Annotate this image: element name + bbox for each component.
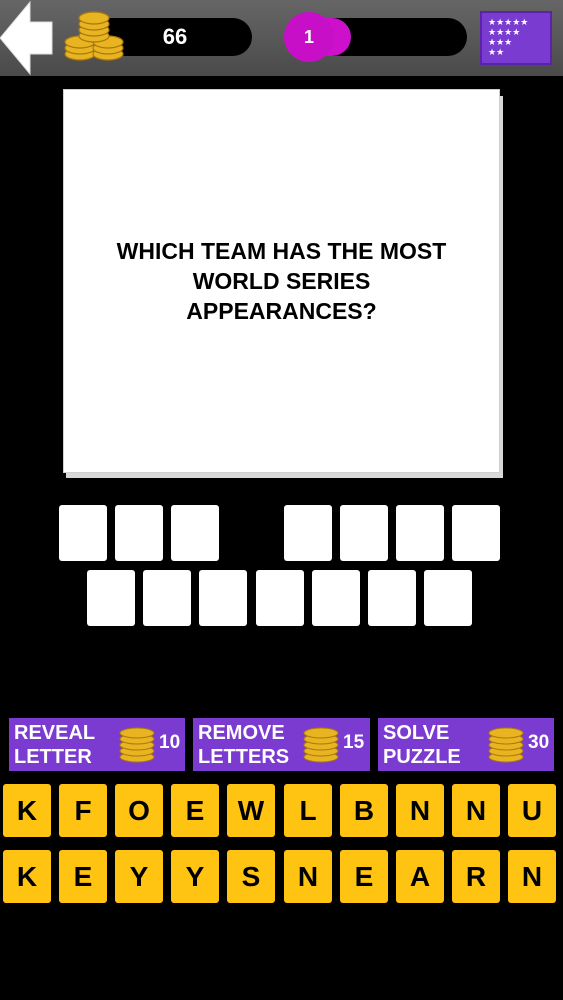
coin-stack-icon	[488, 727, 524, 763]
answer-slot[interactable]	[452, 505, 500, 561]
letter-tile[interactable]: N	[452, 784, 500, 837]
remove-letters-button[interactable]: REMOVE LETTERS 15	[193, 718, 370, 771]
solve-puzzle-button[interactable]: SOLVE PUZZLE 30	[378, 718, 554, 771]
question-card: WHICH TEAM HAS THE MOST WORLD SERIES APP…	[63, 89, 500, 473]
letter-tile[interactable]: R	[452, 850, 500, 903]
letter-tile[interactable]: N	[396, 784, 444, 837]
answer-slot[interactable]	[115, 505, 163, 561]
letter-tile[interactable]: Y	[171, 850, 219, 903]
svg-text:★★★: ★★★	[488, 38, 512, 48]
letter-tile[interactable]: L	[284, 784, 332, 837]
reveal-letter-button[interactable]: REVEAL LETTER 10	[9, 718, 185, 771]
answer-slot[interactable]	[256, 570, 304, 626]
top-bar: 66 1 ★★★★★ ★★★★ ★★★ ★★	[0, 0, 563, 76]
letter-tile[interactable]: F	[59, 784, 107, 837]
answer-slot[interactable]	[171, 505, 219, 561]
letter-tile[interactable]: N	[508, 850, 556, 903]
reveal-letter-cost: 10	[159, 732, 181, 753]
letter-tile[interactable]: K	[3, 784, 51, 837]
answer-slot[interactable]	[368, 570, 416, 626]
question-text: WHICH TEAM HAS THE MOST WORLD SERIES APP…	[116, 238, 447, 324]
answer-slot[interactable]	[87, 570, 135, 626]
letter-tile[interactable]: W	[227, 784, 275, 837]
letter-tile[interactable]: U	[508, 784, 556, 837]
coin-stack-icon	[119, 727, 155, 763]
answer-slot[interactable]	[199, 570, 247, 626]
answer-slot[interactable]	[284, 505, 332, 561]
solve-puzzle-label: SOLVE PUZZLE	[383, 722, 461, 768]
letter-tile[interactable]: N	[284, 850, 332, 903]
star-grid-icon: ★★★★★ ★★★★ ★★★ ★★	[488, 18, 528, 58]
letter-tile[interactable]: E	[59, 850, 107, 903]
svg-text:★★★★★: ★★★★★	[488, 18, 528, 28]
coin-stack-icon	[64, 11, 124, 61]
level-badge: 1	[284, 12, 334, 62]
letter-tile[interactable]: E	[340, 850, 388, 903]
solve-puzzle-cost: 30	[528, 732, 550, 753]
back-arrow-icon	[0, 0, 53, 76]
letter-tile[interactable]: A	[396, 850, 444, 903]
letter-tile[interactable]: K	[3, 850, 51, 903]
answer-slot[interactable]	[396, 505, 444, 561]
back-button[interactable]	[0, 0, 56, 76]
answer-slot[interactable]	[312, 570, 360, 626]
level-select-button[interactable]: ★★★★★ ★★★★ ★★★ ★★	[480, 11, 552, 65]
svg-text:★★★★: ★★★★	[488, 28, 520, 38]
letter-tile[interactable]: E	[171, 784, 219, 837]
letter-tile[interactable]: O	[115, 784, 163, 837]
remove-letters-label: REMOVE LETTERS	[198, 722, 290, 768]
coin-count: 66	[162, 24, 188, 49]
answer-slot[interactable]	[424, 570, 472, 626]
answer-slot[interactable]	[143, 570, 191, 626]
svg-text:★★: ★★	[488, 48, 504, 58]
coin-stack-icon	[303, 727, 339, 763]
letter-tile[interactable]: Y	[115, 850, 163, 903]
answer-slot[interactable]	[340, 505, 388, 561]
remove-letters-cost: 15	[343, 732, 365, 753]
letter-tile[interactable]: B	[340, 784, 388, 837]
reveal-letter-label: REVEAL LETTER	[14, 722, 96, 768]
answer-slot[interactable]	[59, 505, 107, 561]
letter-tile[interactable]: S	[227, 850, 275, 903]
